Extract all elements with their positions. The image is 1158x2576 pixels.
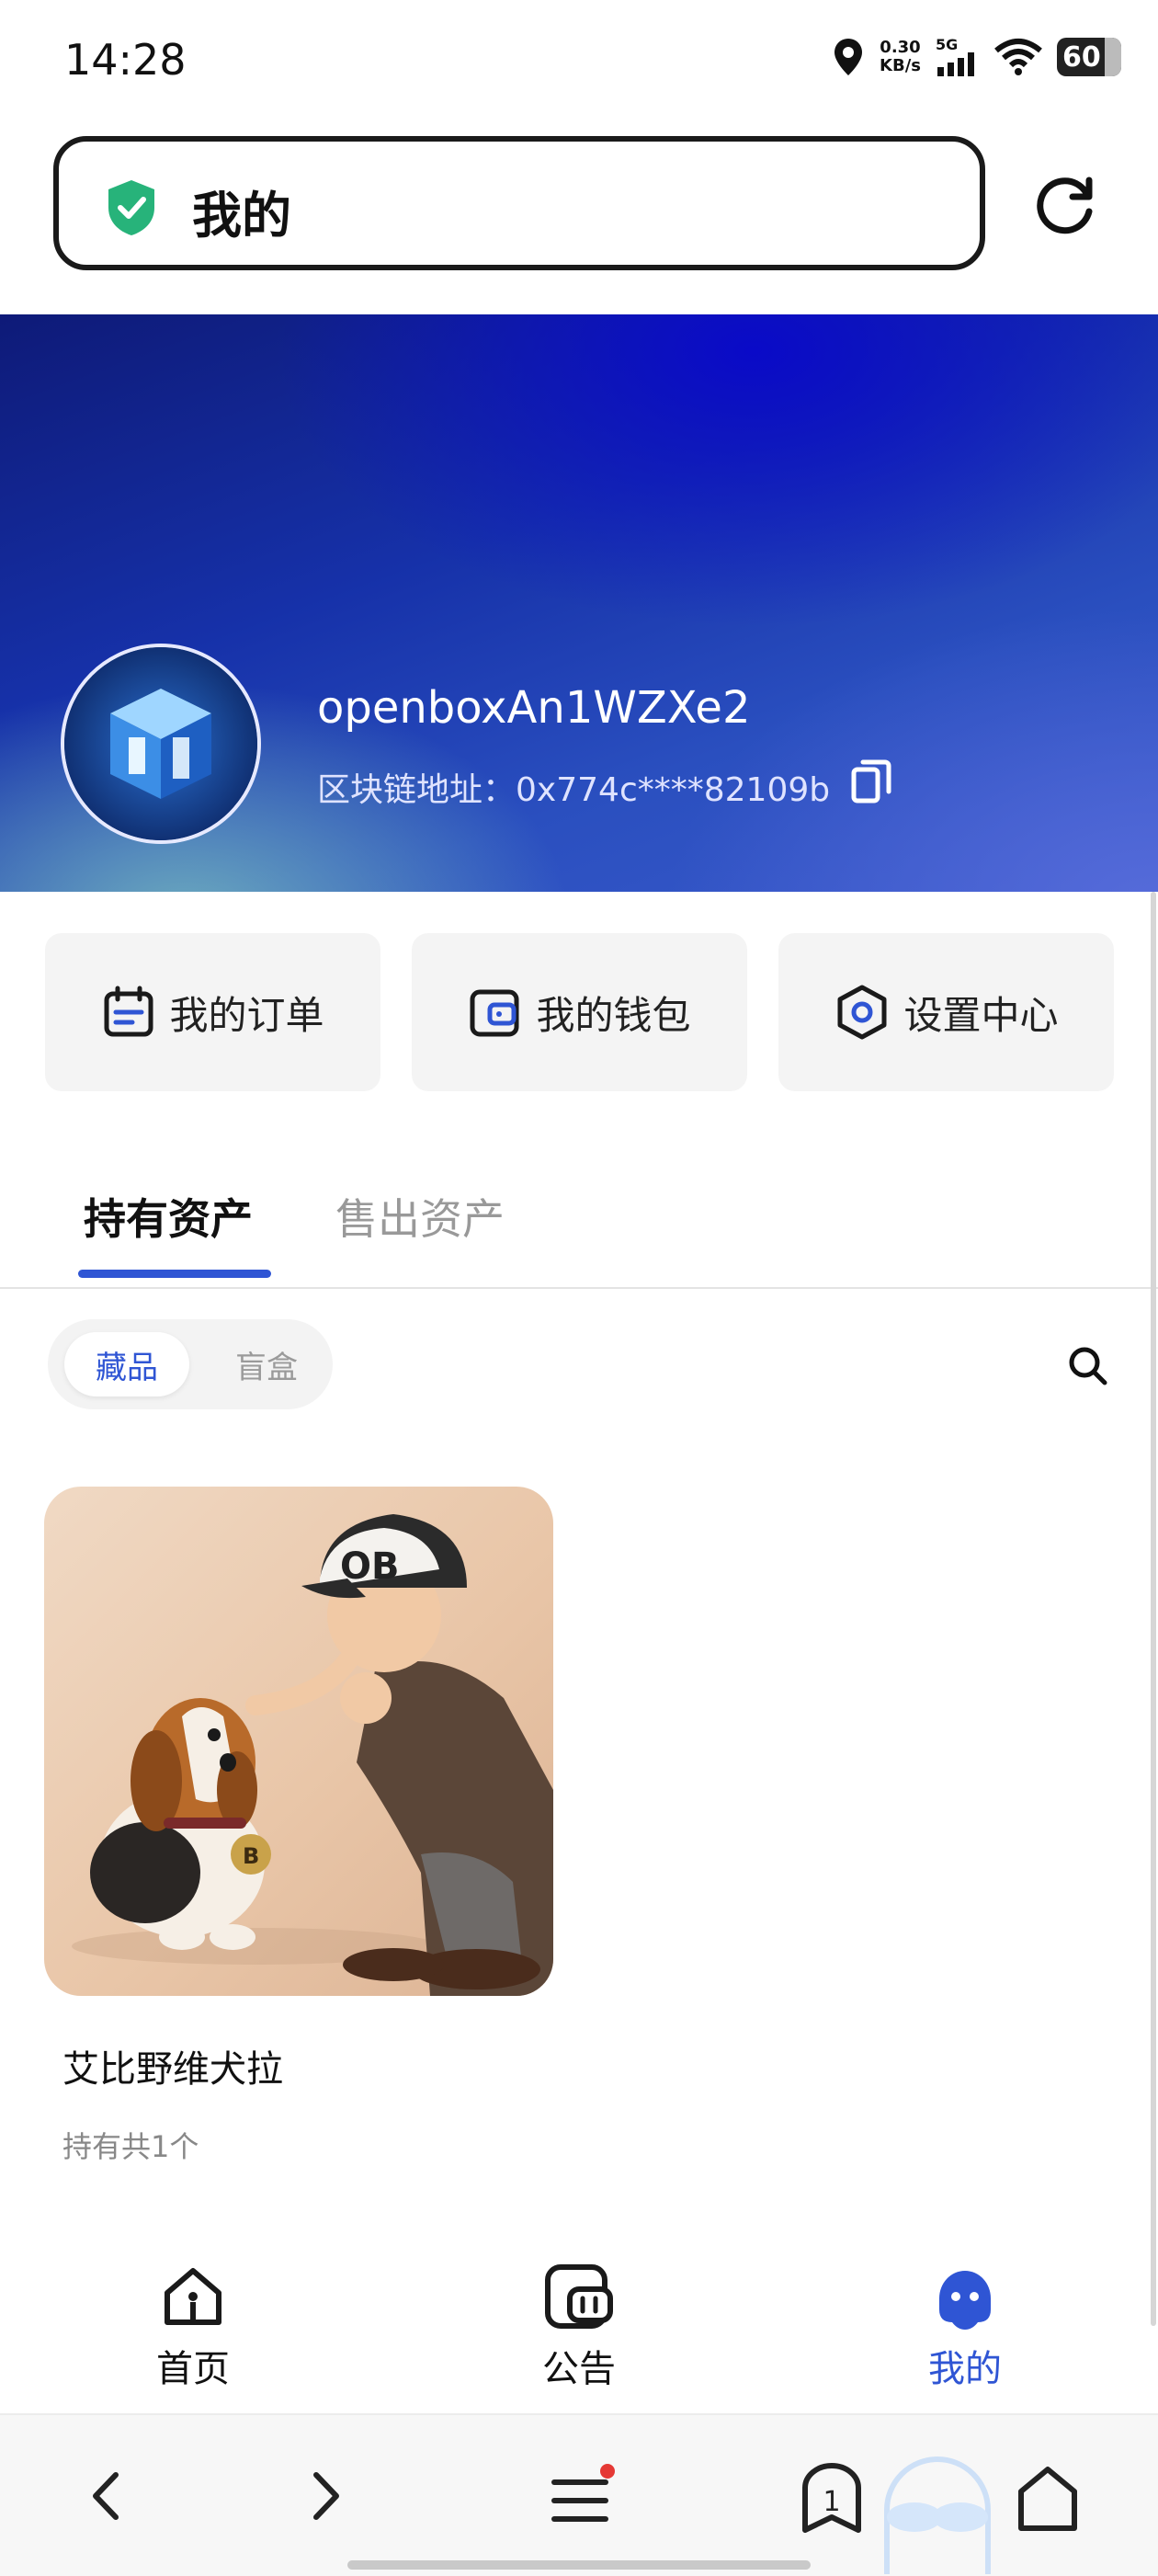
page-title: 我的	[192, 187, 291, 245]
collar-tag-lettering: B	[243, 1843, 259, 1869]
settings-hexagon-icon	[837, 985, 887, 1040]
profile-ghost-icon	[939, 2271, 991, 2330]
tab-sold-assets[interactable]: 售出资产	[335, 1186, 505, 1247]
cell-signal: 5G	[936, 38, 980, 76]
reload-icon[interactable]	[1034, 173, 1098, 237]
menu-icon	[551, 2464, 615, 2522]
wifi-icon	[994, 39, 1042, 75]
signal-icon	[937, 52, 974, 76]
nav-announcements[interactable]: 公告	[487, 2262, 671, 2392]
speed-unit: KB/s	[880, 56, 921, 75]
avatar[interactable]	[61, 644, 261, 844]
speed-value: 0.30	[880, 38, 921, 57]
filter-blind-boxes[interactable]: 盲盒	[211, 1332, 322, 1396]
back-icon[interactable]	[83, 2464, 129, 2528]
menu-button[interactable]	[547, 2464, 620, 2537]
address-bar[interactable]: 我的	[53, 136, 985, 270]
copy-icon[interactable]	[850, 758, 892, 804]
calendar-icon	[104, 986, 153, 1037]
tab-held-assets[interactable]: 持有资产	[84, 1186, 253, 1247]
status-icons: 0.30 KB/s 5G 60	[832, 37, 1121, 77]
status-time: 14:28	[64, 35, 187, 85]
settings-center-button[interactable]: 设置中心	[778, 933, 1114, 1091]
my-orders-button[interactable]: 我的订单	[45, 933, 380, 1091]
nav-home-label: 首页	[156, 2348, 230, 2390]
collectible-holding-count: 持有共1个	[62, 2129, 199, 2164]
active-tab-indicator	[78, 1270, 271, 1278]
mascot-icon	[884, 2456, 991, 2574]
chain-address-value: 0x774c****82109b	[516, 771, 831, 809]
cube-logo-icon	[64, 647, 257, 840]
forward-icon[interactable]	[303, 2464, 349, 2528]
network-type: 5G	[936, 36, 959, 53]
battery-indicator: 60	[1057, 38, 1121, 76]
home-browser-icon[interactable]	[1016, 2464, 1080, 2534]
announcement-icon	[545, 2264, 613, 2329]
settings-center-label: 设置中心	[903, 992, 1059, 1038]
scrollbar[interactable]	[1151, 892, 1156, 2326]
chain-address-row: 区块链地址：0x774c****82109b	[317, 763, 830, 811]
my-wallet-button[interactable]: 我的钱包	[412, 933, 747, 1091]
status-bar: 14:28 0.30 KB/s 5G 60	[0, 0, 1158, 124]
tab-count: 1	[823, 2486, 841, 2518]
chain-address-label: 区块链地址：	[317, 771, 517, 809]
nav-mine[interactable]: 我的	[873, 2262, 1057, 2392]
username: openboxAn1WZXe2	[317, 682, 751, 734]
tabs-button[interactable]: 1	[800, 2462, 864, 2536]
my-wallet-label: 我的钱包	[536, 992, 691, 1038]
collectible-name[interactable]: 艾比野维犬拉	[62, 2039, 283, 2092]
filter-collectibles[interactable]: 藏品	[64, 1332, 189, 1396]
battery-level: 60	[1062, 40, 1101, 74]
shield-check-icon	[108, 180, 154, 235]
home-icon	[165, 2268, 221, 2325]
location-icon	[834, 39, 863, 75]
wallet-icon	[470, 989, 519, 1037]
nav-home[interactable]: 首页	[101, 2262, 285, 2392]
network-speed: 0.30 KB/s	[880, 39, 921, 75]
tabs-divider	[0, 1287, 1158, 1289]
search-icon[interactable]	[1066, 1344, 1110, 1388]
gesture-bar	[347, 2560, 811, 2570]
nav-announcements-label: 公告	[542, 2348, 616, 2390]
my-orders-label: 我的订单	[169, 992, 324, 1038]
collectible-image[interactable]: OB B	[44, 1487, 553, 1996]
dog-and-man-illustration: OB B	[72, 1514, 553, 1996]
nav-mine-label: 我的	[928, 2348, 1002, 2390]
